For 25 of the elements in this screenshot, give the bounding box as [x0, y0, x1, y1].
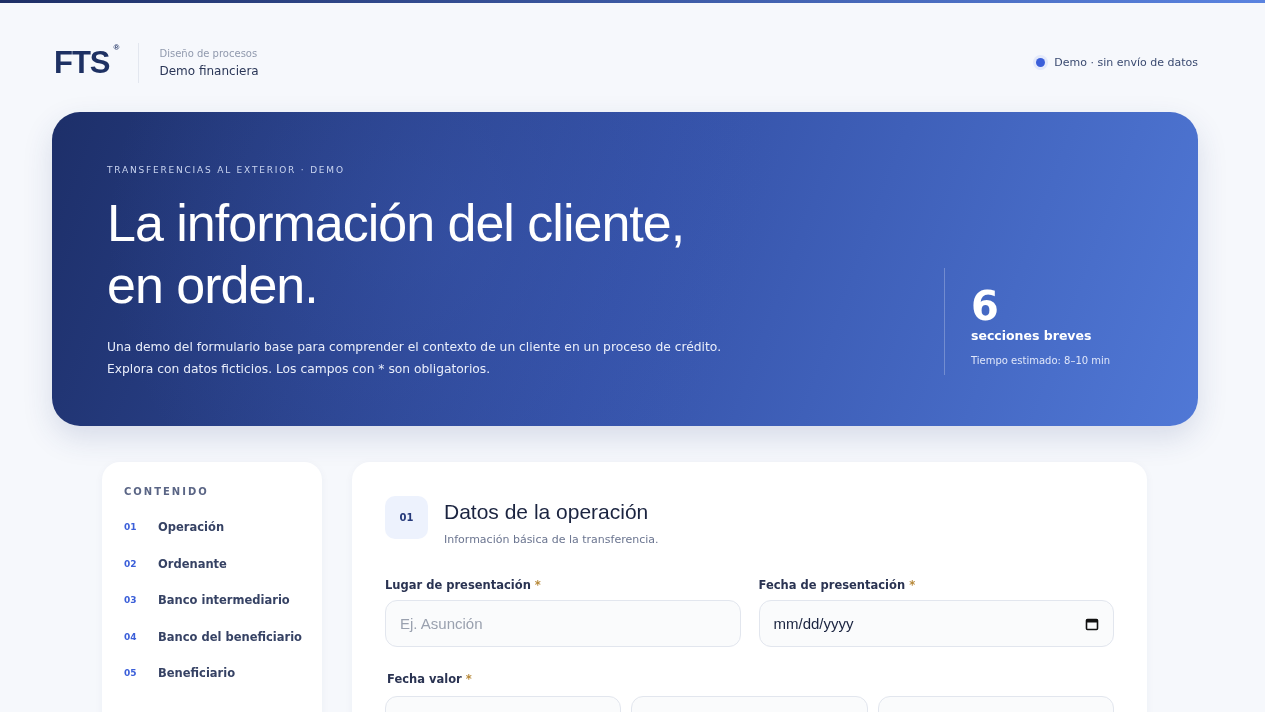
- sidebar-item[interactable]: 03 Banco intermediario: [124, 582, 322, 619]
- section-number: 01: [385, 496, 428, 539]
- hero-eyebrow: TRANSFERENCIAS AL EXTERIOR · DEMO: [107, 165, 346, 175]
- stat-value: 6: [971, 284, 1000, 328]
- brand-subtitle: Diseño de procesos: [159, 47, 259, 59]
- stat-label: secciones breves: [971, 328, 1093, 343]
- section-title: Datos de la operación: [444, 500, 650, 524]
- brand-title: Demo financiera: [159, 63, 259, 78]
- sidebar-item[interactable]: 05 Beneficiario: [124, 655, 322, 692]
- field-label: Fecha valor *: [387, 672, 473, 686]
- stat-note: Tiempo estimado: 8–10 min: [971, 355, 1112, 366]
- status-label: Demo · sin envío de datos: [1054, 56, 1198, 69]
- logo: FTS$^{®}$: [54, 42, 119, 82]
- input-field[interactable]: Ej. Asunción: [385, 600, 741, 647]
- hero-title: La información del cliente, en orden.: [107, 193, 686, 316]
- field-label: Lugar de presentación *: [385, 578, 542, 592]
- sidebar-heading: CONTENIDO: [124, 486, 210, 497]
- field-label: Fecha de presentación *: [758, 578, 917, 592]
- sidebar-item[interactable]: 04 Banco del beneficiario: [124, 618, 322, 655]
- calendar-icon[interactable]: [1085, 616, 1099, 631]
- sidebar-item[interactable]: 02 Ordenante: [124, 545, 322, 582]
- hero-description: Una demo del formulario base para comprender el contexto de un cliente en un proceso de crédito. Explora con datos ficticios. Los campos con * son obligatorios.: [107, 339, 722, 378]
- section-subtitle: Información básica de la transferencia.: [444, 533, 659, 546]
- sidebar-item[interactable]: 01 Operación: [124, 509, 322, 546]
- date-field[interactable]: mm/dd/yyyy: [758, 600, 1114, 647]
